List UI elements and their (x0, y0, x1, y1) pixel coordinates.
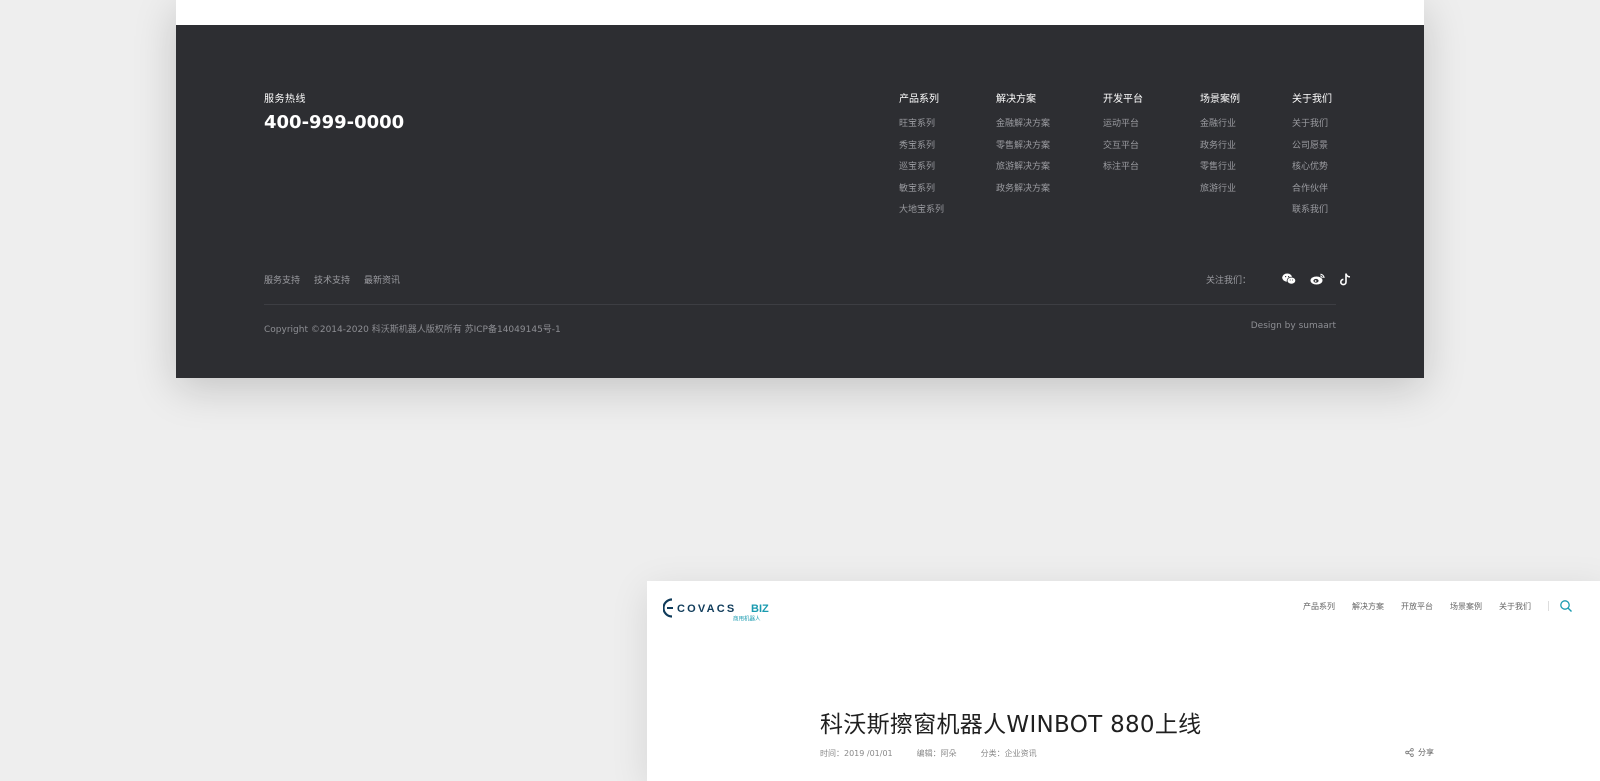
share-button[interactable]: 分享 (1405, 747, 1434, 758)
footer-link[interactable]: 巡宝系列 (899, 157, 944, 179)
nav-item-products[interactable]: 产品系列 (1303, 601, 1335, 612)
service-support-link[interactable]: 服务支持 (264, 273, 300, 286)
share-icon (1405, 748, 1414, 757)
tech-support-link[interactable]: 技术支持 (314, 273, 350, 286)
footer-column-solutions: 解决方案 金融解决方案 零售解决方案 旅游解决方案 政务解决方案 (996, 90, 1050, 200)
footer-link[interactable]: 合作伙伴 (1292, 179, 1332, 201)
footer-link[interactable]: 政务解决方案 (996, 179, 1050, 201)
nav-item-about[interactable]: 关于我们 (1499, 601, 1531, 612)
footer-link[interactable]: 旅游行业 (1200, 179, 1240, 201)
nav-item-platform[interactable]: 开放平台 (1401, 601, 1433, 612)
douyin-icon[interactable] (1337, 271, 1353, 287)
footer-link[interactable]: 敏宝系列 (899, 179, 944, 201)
footer-column-cases: 场景案例 金融行业 政务行业 零售行业 旅游行业 (1200, 90, 1240, 200)
column-title: 解决方案 (996, 94, 1036, 105)
design-credit: Design by sumaart (1250, 321, 1336, 331)
footer-link[interactable]: 标注平台 (1103, 157, 1143, 179)
footer-link[interactable]: 旺宝系列 (899, 114, 944, 136)
follow-label: 关注我们： (1206, 275, 1252, 286)
site-footer: 服务热线 400-999-0000 产品系列 旺宝系列 秀宝系列 巡宝系列 敏宝… (176, 25, 1424, 378)
article-page-card: COVACS BIZ 商用机器人 产品系列 解决方案 开放平台 场景案例 关于我… (647, 581, 1600, 781)
footer-link[interactable]: 运动平台 (1103, 114, 1143, 136)
footer-column-products: 产品系列 旺宝系列 秀宝系列 巡宝系列 敏宝系列 大地宝系列 (899, 90, 944, 222)
footer-link[interactable]: 核心优势 (1292, 157, 1332, 179)
footer-link[interactable]: 联系我们 (1292, 200, 1332, 222)
footer-link[interactable]: 金融行业 (1200, 114, 1240, 136)
footer-divider (264, 304, 1336, 305)
column-title: 场景案例 (1200, 94, 1240, 105)
svg-text:COVACS: COVACS (677, 603, 736, 615)
footer-link[interactable]: 零售解决方案 (996, 136, 1050, 158)
nav-item-cases[interactable]: 场景案例 (1450, 601, 1482, 612)
nav-item-solutions[interactable]: 解决方案 (1352, 601, 1384, 612)
latest-news-link[interactable]: 最新资讯 (364, 273, 400, 286)
page-content-strip (176, 0, 1424, 25)
article-category: 分类：企业资讯 (980, 749, 1037, 758)
wechat-icon[interactable] (1281, 271, 1297, 287)
svg-text:BIZ: BIZ (751, 603, 769, 615)
article-time: 时间：2019 /01/01 (820, 749, 893, 758)
search-icon[interactable] (1559, 599, 1573, 613)
column-title: 产品系列 (899, 94, 939, 105)
ecovacs-biz-logo[interactable]: COVACS BIZ 商用机器人 (663, 595, 775, 623)
article-meta: 时间：2019 /01/01 编辑：阿朵 分类：企业资讯 (820, 748, 1061, 759)
footer-link[interactable]: 大地宝系列 (899, 200, 944, 222)
main-nav: 产品系列 解决方案 开放平台 场景案例 关于我们 (1303, 599, 1573, 613)
footer-link[interactable]: 政务行业 (1200, 136, 1240, 158)
footer-bottom-links: 服务支持 技术支持 最新资讯 (264, 273, 400, 286)
footer-link[interactable]: 旅游解决方案 (996, 157, 1050, 179)
footer-link[interactable]: 零售行业 (1200, 157, 1240, 179)
hotline-number: 400-999-0000 (264, 112, 405, 133)
footer-link[interactable]: 公司愿景 (1292, 136, 1332, 158)
article-editor: 编辑：阿朵 (916, 749, 957, 758)
weibo-icon[interactable] (1309, 271, 1325, 287)
logo-subtext: 商用机器人 (733, 615, 761, 623)
article-title: 科沃斯擦窗机器人WINBOT 880上线 (820, 712, 1202, 738)
follow-us: 关注我们： (1206, 271, 1353, 287)
footer-card: 服务热线 400-999-0000 产品系列 旺宝系列 秀宝系列 巡宝系列 敏宝… (176, 0, 1424, 378)
copyright-text: Copyright ©2014-2020 科沃斯机器人版权所有 苏ICP备140… (264, 325, 561, 335)
footer-link[interactable]: 秀宝系列 (899, 136, 944, 158)
hotline-title: 服务热线 (264, 94, 306, 105)
column-title: 开发平台 (1103, 94, 1143, 105)
column-title: 关于我们 (1292, 94, 1332, 105)
nav-separator (1548, 601, 1549, 611)
footer-column-platform: 开发平台 运动平台 交互平台 标注平台 (1103, 90, 1143, 179)
footer-link[interactable]: 交互平台 (1103, 136, 1143, 158)
footer-link[interactable]: 关于我们 (1292, 114, 1332, 136)
footer-link[interactable]: 金融解决方案 (996, 114, 1050, 136)
share-label: 分享 (1418, 748, 1434, 757)
footer-column-about: 关于我们 关于我们 公司愿景 核心优势 合作伙伴 联系我们 (1292, 90, 1332, 222)
